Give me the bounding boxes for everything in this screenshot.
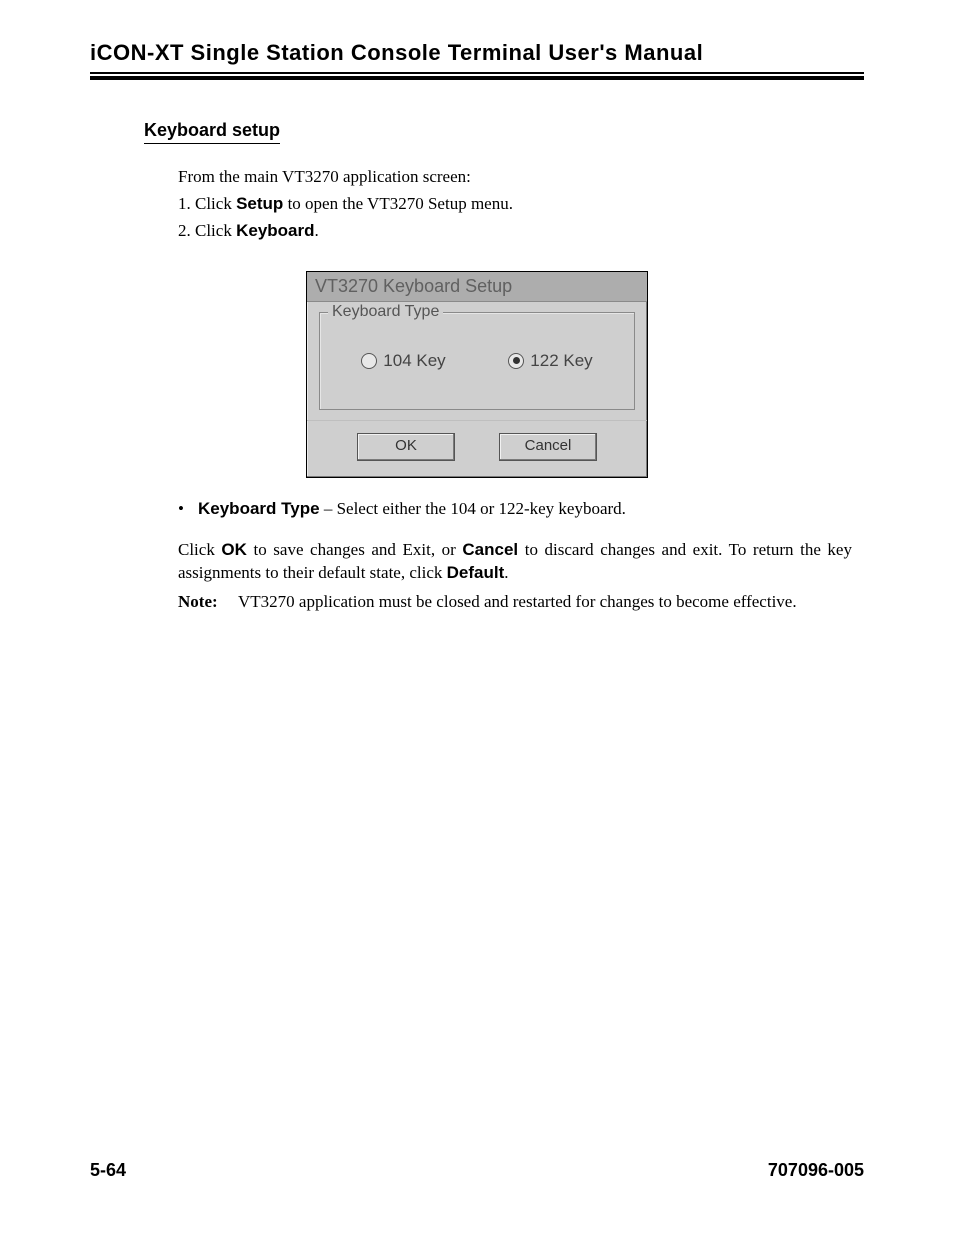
bullet-bold: Keyboard Type: [198, 499, 320, 518]
section-heading: Keyboard setup: [144, 120, 280, 144]
dialog-button-row: OK Cancel: [307, 420, 647, 477]
bullet-rest: – Select either the 104 or 122-key keybo…: [320, 499, 626, 518]
header-rule-thick: [90, 76, 864, 80]
page-footer: 5-64 707096-005: [90, 1160, 864, 1181]
step-2: 2. Click Keyboard.: [178, 220, 852, 243]
keyboard-setup-dialog: VT3270 Keyboard Setup Keyboard Type 104 …: [306, 271, 648, 478]
page-number: 5-64: [90, 1160, 126, 1181]
step-2-suffix: .: [315, 221, 319, 240]
running-header: iCON-XT Single Station Console Terminal …: [90, 40, 864, 66]
note-label: Note:: [178, 591, 238, 614]
para-seg-c: to save changes and Exit, or: [247, 540, 463, 559]
bullet-keyboard-type: • Keyboard Type – Select either the 104 …: [178, 498, 852, 521]
group-legend: Keyboard Type: [328, 303, 443, 321]
step-2-bold: Keyboard: [236, 221, 314, 240]
para-seg-g: .: [504, 563, 508, 582]
radio-122-label: 122 Key: [530, 351, 592, 371]
para-bold-default: Default: [447, 563, 505, 582]
note-text: VT3270 application must be closed and re…: [238, 591, 797, 614]
step-2-prefix: 2. Click: [178, 221, 236, 240]
radio-104-key[interactable]: 104 Key: [361, 351, 445, 371]
keyboard-type-group: Keyboard Type 104 Key 122 Key: [319, 312, 635, 410]
step-1: 1. Click Setup to open the VT3270 Setup …: [178, 193, 852, 216]
ok-button[interactable]: OK: [357, 433, 455, 461]
para-bold-ok: OK: [221, 540, 247, 559]
para-bold-cancel: Cancel: [462, 540, 518, 559]
intro-text: From the main VT3270 application screen:: [178, 166, 852, 189]
para-seg-a: Click: [178, 540, 221, 559]
radio-checked-icon: [508, 353, 524, 369]
radio-122-key[interactable]: 122 Key: [508, 351, 592, 371]
header-rule-thin: [90, 72, 864, 74]
document-number: 707096-005: [768, 1160, 864, 1181]
radio-dot-icon: [513, 357, 520, 364]
note-row: Note: VT3270 application must be closed …: [178, 591, 852, 614]
step-1-prefix: 1. Click: [178, 194, 236, 213]
radio-104-label: 104 Key: [383, 351, 445, 371]
paragraph-ok-cancel: Click OK to save changes and Exit, or Ca…: [178, 539, 852, 585]
cancel-button[interactable]: Cancel: [499, 433, 597, 461]
step-1-bold: Setup: [236, 194, 283, 213]
bullet-dot-icon: •: [178, 498, 198, 521]
dialog-title: VT3270 Keyboard Setup: [307, 272, 647, 302]
step-1-suffix: to open the VT3270 Setup menu.: [283, 194, 513, 213]
radio-unchecked-icon: [361, 353, 377, 369]
